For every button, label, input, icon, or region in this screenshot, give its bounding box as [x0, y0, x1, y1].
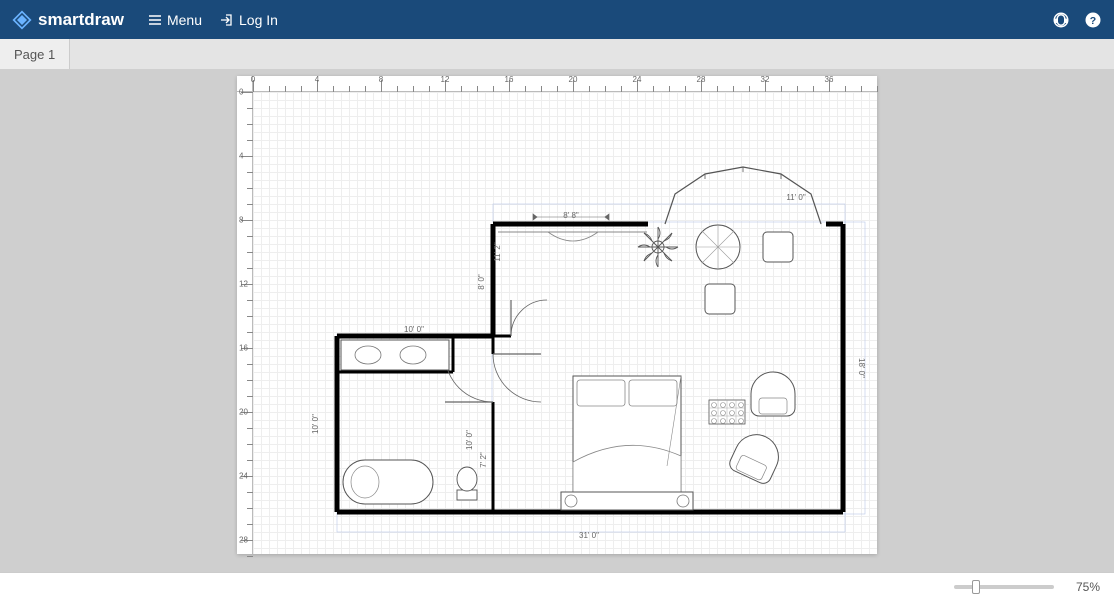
fixture-bathtub — [343, 460, 433, 504]
smartdraw-logo-icon — [12, 10, 32, 30]
hamburger-icon — [148, 13, 162, 27]
support-icon[interactable] — [1052, 11, 1070, 29]
brand: smartdraw — [12, 10, 124, 30]
dim-bath-left: 10' 0" — [311, 414, 320, 434]
furniture-bench — [561, 492, 693, 510]
dim-bath-h: 10' 0" — [465, 430, 474, 450]
dim-bay-window: 11' 0" — [786, 193, 806, 202]
door-arc — [511, 300, 547, 336]
workspace[interactable]: 04812162024283236 0481216202428 — [0, 69, 1114, 600]
furniture-armchair — [751, 372, 795, 416]
help-icon[interactable]: ? — [1084, 11, 1102, 29]
dim-right-height: 18' 0" — [857, 358, 866, 378]
tabbar: Page 1 — [0, 39, 1114, 69]
footer: 75% — [0, 572, 1114, 600]
fixture-vanity — [341, 340, 449, 370]
dim-bottom-width: 31' 0" — [579, 531, 599, 540]
menu-button[interactable]: Menu — [148, 12, 202, 28]
login-label: Log In — [239, 12, 278, 28]
tab-label: Page 1 — [14, 47, 55, 62]
menu-label: Menu — [167, 12, 202, 28]
dim-guide — [337, 514, 845, 532]
brand-text: smartdraw — [38, 10, 124, 30]
fixture-toilet — [457, 467, 477, 500]
dim-top-opening: 8' 8" — [563, 211, 579, 220]
dim-bath-hall: 10' 0" — [404, 325, 424, 334]
furniture-armchair — [727, 428, 785, 486]
furniture-stool — [763, 232, 793, 262]
zoom-value: 75% — [1066, 580, 1100, 594]
tab-page-1[interactable]: Page 1 — [0, 39, 70, 69]
svg-text:?: ? — [1090, 14, 1096, 26]
furniture-ottoman — [705, 284, 735, 314]
ruler-vertical: 0481216202428 — [237, 92, 253, 554]
dim-left-wall: 8' 0" — [477, 274, 486, 290]
login-button[interactable]: Log In — [220, 12, 278, 28]
zoom-slider[interactable] — [954, 585, 1054, 589]
door-arc — [493, 354, 541, 402]
login-icon — [220, 13, 234, 27]
canvas[interactable]: 04812162024283236 0481216202428 — [237, 76, 877, 554]
floor-plan-svg: 31' 0" 18' 0" 8' 8" 11' 0" 10' 0" 8' 0" … — [253, 92, 877, 554]
topbar: smartdraw Menu Log In ? — [0, 0, 1114, 39]
dim-closet-h: 11' 2" — [493, 242, 502, 262]
furniture-bed — [573, 376, 681, 492]
ruler-horizontal: 04812162024283236 — [253, 76, 877, 92]
zoom-slider-thumb[interactable] — [972, 580, 980, 594]
floor-plan-drawing[interactable]: 31' 0" 18' 0" 8' 8" 11' 0" 10' 0" 8' 0" … — [253, 92, 877, 554]
furniture-plant — [638, 227, 678, 267]
dim-door-h: 7' 2" — [479, 452, 488, 468]
furniture-side-table — [709, 400, 745, 424]
